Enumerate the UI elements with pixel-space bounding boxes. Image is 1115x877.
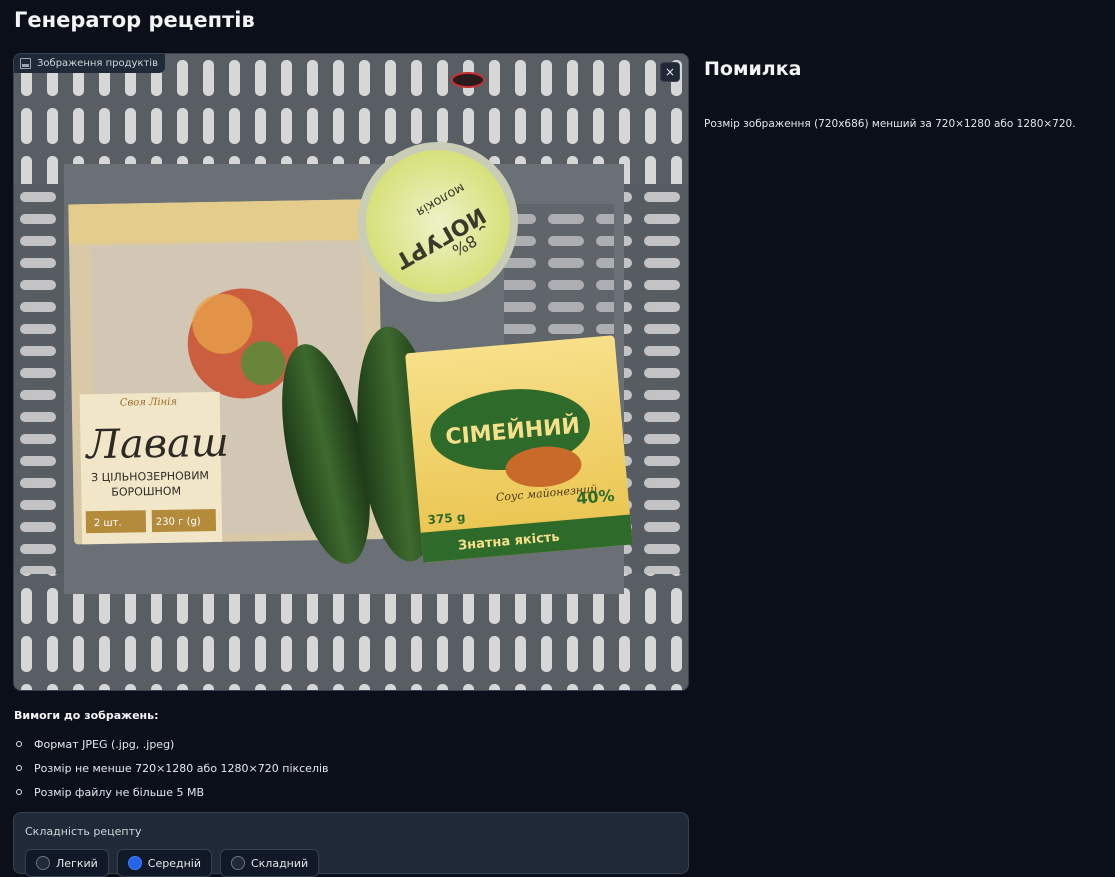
photo-lavash-qty: 2 шт. <box>94 518 122 529</box>
requirement-text: Розмір файлу не більше 5 MB <box>34 785 205 799</box>
radio-selected-icon[interactable] <box>127 856 142 870</box>
requirement-item: Розмір файлу не більше 5 MB <box>14 780 329 804</box>
remove-image-button[interactable]: × <box>660 62 680 82</box>
photo-sauce-pct: 40% <box>576 486 616 508</box>
complexity-option-easy[interactable]: Легкий <box>25 849 109 877</box>
complexity-option-hard[interactable]: Складний <box>219 849 320 877</box>
requirements-title: Вимоги до зображень: <box>14 709 159 722</box>
products-photo: Лаваш З ЦІЛЬНОЗЕРНОВИМ БОРОШНОМ 2 шт. 23… <box>14 54 688 690</box>
image-upload-panel[interactable]: Зображення продуктів × Лаваш З ЦІЛЬНОЗЕР… <box>13 53 689 691</box>
complexity-option-label: Складний <box>250 856 309 870</box>
photo-brand-line: Своя Лінія <box>120 397 177 409</box>
image-panel-label-text: Зображення продуктів <box>37 58 158 69</box>
requirement-item: Розмір не менше 720×1280 або 1280×720 пі… <box>14 756 329 780</box>
requirement-text: Розмір не менше 720×1280 або 1280×720 пі… <box>34 761 329 775</box>
photo-lavash-sub1: З ЦІЛЬНОЗЕРНОВИМ <box>91 469 209 484</box>
page-title: Генератор рецептів <box>14 8 255 32</box>
complexity-option-medium[interactable]: Середній <box>116 849 212 877</box>
complexity-label: Складність рецепту <box>25 825 142 838</box>
image-panel-label: Зображення продуктів <box>14 54 165 73</box>
requirements-list: Формат JPEG (.jpg, .jpeg) Розмір не менш… <box>14 732 329 804</box>
radio-icon[interactable] <box>36 856 50 870</box>
photo-lavash-sub2: БОРОШНОМ <box>111 485 181 499</box>
photo-lavash-weight: 230 г (g) <box>156 516 201 528</box>
bullet-icon <box>16 765 22 771</box>
bullet-icon <box>16 789 22 795</box>
photo-lavash-text: Лаваш <box>84 420 229 469</box>
error-message: Розмір зображення (720x686) менший за 72… <box>704 118 1076 130</box>
requirement-item: Формат JPEG (.jpg, .jpeg) <box>14 732 329 756</box>
image-icon <box>20 58 31 69</box>
complexity-group: Складність рецепту Легкий Середній Склад… <box>13 812 689 877</box>
complexity-option-label: Середній <box>147 856 201 870</box>
error-title: Помилка <box>704 58 802 80</box>
bullet-icon <box>16 741 22 747</box>
requirement-text: Формат JPEG (.jpg, .jpeg) <box>34 737 175 751</box>
radio-icon[interactable] <box>230 856 245 870</box>
complexity-option-label: Легкий <box>56 856 98 870</box>
complexity-radio-row: Легкий Середній Складний <box>25 849 320 877</box>
